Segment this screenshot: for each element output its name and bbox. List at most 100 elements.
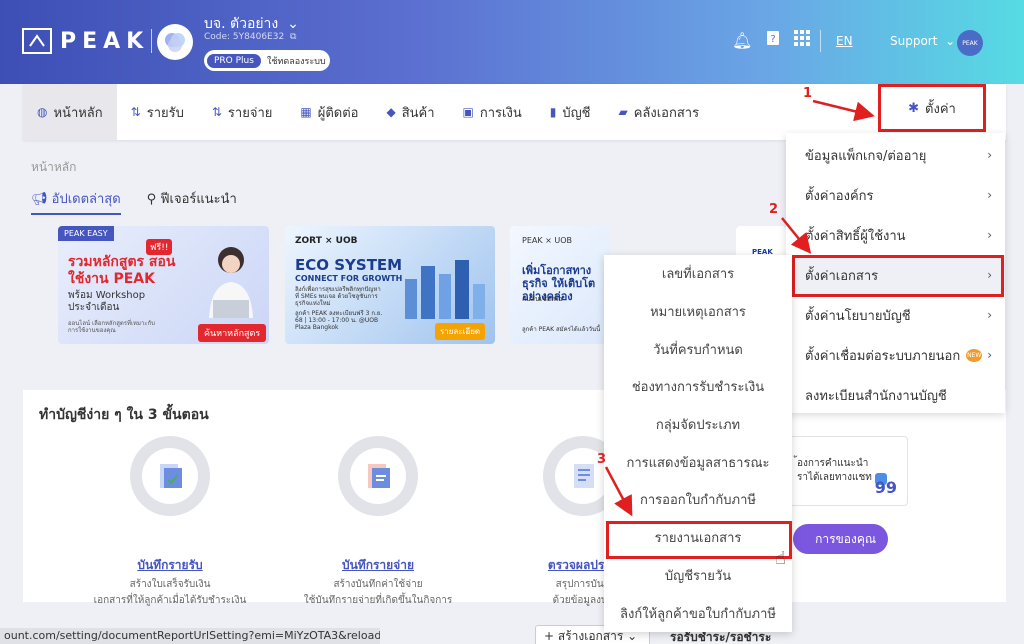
menu-register-accounting-office[interactable]: ลงทะเบียนสำนักงานบัญชี	[786, 375, 1005, 415]
chevron-right-icon: ›	[987, 308, 992, 322]
nav-documents[interactable]: ▰ คลังเอกสาร	[604, 84, 713, 140]
menu-organization-settings[interactable]: ตั้งค่าองค์กร ›	[786, 175, 1005, 215]
logo-text: PEAK	[60, 28, 150, 54]
banner-brand: PEAK × UOB	[522, 236, 573, 245]
submenu-daily-journal[interactable]: บัญชีรายวัน	[604, 557, 792, 594]
step-title[interactable]: บันทึกรายจ่าย	[288, 556, 468, 575]
banner-title: รวมหลักสูตร สอนใช้งาน PEAK	[68, 254, 176, 287]
menu-user-permissions[interactable]: ตั้งค่าสิทธิ์ผู้ใช้งาน ›	[786, 215, 1005, 255]
sort-expense-icon: ⇅	[211, 105, 222, 119]
chevron-down-icon: ⌄	[941, 34, 956, 48]
chat-recommendation-box[interactable]: ้องการคำแนะนำ ราได้เลยทางแชท 99	[788, 436, 908, 506]
banner-brand: ZORT × UOB	[295, 236, 358, 246]
support-menu[interactable]: Support ⌄	[890, 34, 955, 48]
copy-icon[interactable]: ⧉	[287, 32, 296, 42]
nav-accounting[interactable]: ▮ บัญชี	[536, 84, 605, 140]
peak-logo[interactable]: PEAK	[22, 28, 153, 54]
tab-label: อัปเดตล่าสุด	[51, 192, 121, 207]
company-code-text: Code: 5Y8406E32	[204, 32, 285, 42]
tab-label: ฟีเจอร์แนะนำ	[160, 192, 237, 207]
nav-products[interactable]: ◆ สินค้า	[372, 84, 448, 140]
menu-external-integration[interactable]: ตั้งค่าเชื่อมต่อระบบภายนอก NEW ›	[786, 335, 1005, 375]
box-icon: ◆	[386, 105, 396, 119]
step-title[interactable]: บันทึกรายรับ	[80, 556, 260, 575]
svg-text:?: ?	[771, 34, 776, 45]
company-code: Code: 5Y8406E32 ⧉	[204, 32, 296, 42]
new-badge: NEW	[966, 348, 983, 362]
user-avatar[interactable]: PEAK	[957, 30, 983, 56]
nav-label: การเงิน	[479, 105, 522, 121]
banner-find-course-button[interactable]: ค้นหาหลักสูตร	[198, 324, 267, 342]
header-icons: 🔔︎ ?	[732, 30, 824, 50]
banner-subtitle: CONNECT FOR GROWTH	[295, 274, 403, 283]
hand-cursor-icon: ☝︎	[775, 548, 786, 569]
tab-latest-updates[interactable]: 📢︎ อัปเดตล่าสุด	[31, 188, 121, 215]
nav-home[interactable]: ◍ หน้าหลัก	[23, 84, 117, 140]
city-illustration	[405, 260, 485, 319]
content-tabs: 📢︎ อัปเดตล่าสุด ⚲ ฟีเจอร์แนะนำ	[31, 188, 263, 215]
submenu-public-info[interactable]: การแสดงข้อมูลสาธารณะ	[604, 444, 792, 481]
nav-finance[interactable]: ▣ การเงิน	[449, 84, 536, 140]
banner-business-loan[interactable]: PEAK × UOB เพิ่มโอกาสทางธุรกิจ ให้เติบโต…	[510, 226, 610, 344]
language-switch[interactable]: EN	[836, 34, 853, 48]
banner-free-badge: ฟรี!!	[146, 239, 173, 255]
step-desc: สร้างบันทึกค่าใช้จ่าย	[333, 579, 423, 590]
chevron-right-icon: ›	[987, 348, 992, 362]
gear-icon: ✱	[908, 100, 920, 116]
card-title: ทำบัญชีง่าย ๆ ใน 3 ขั้นตอน	[39, 407, 209, 423]
bell-icon[interactable]: 🔔︎	[732, 31, 752, 50]
breadcrumb: หน้าหลัก	[31, 160, 77, 174]
annotation-highlight-document-report	[606, 521, 792, 559]
nav-settings[interactable]: ✱ ตั้งค่า	[878, 84, 986, 132]
main-nav: ◍ หน้าหลัก ⇅ รายรับ ⇅ รายจ่าย ▦ ผู้ติดต่อ ◆ ส…	[23, 84, 1006, 140]
submenu-due-date[interactable]: วันที่ครบกำหนด	[604, 331, 792, 368]
apps-grid-icon[interactable]	[794, 30, 811, 50]
submenu-document-number[interactable]: เลขที่เอกสาร	[604, 255, 792, 292]
banner-eco-system[interactable]: ZORT × UOB ECO SYSTEM CONNECT FOR GROWTH…	[285, 226, 495, 344]
help-icon[interactable]: ?	[766, 30, 780, 50]
step-desc: ใช้บันทึกรายจ่ายที่เกิดขึ้นในกิจการ	[303, 595, 453, 606]
submenu-document-remark[interactable]: หมายเหตุเอกสาร	[604, 293, 792, 330]
top-header: PEAK บจ. ตัวอย่าง ⌄ Code: 5Y8406E32 ⧉ PR…	[0, 0, 1024, 84]
banner-peak-easy[interactable]: PEAK EASY ฟรี!! รวมหลักสูตร สอนใช้งาน PE…	[58, 226, 269, 344]
submenu-tax-invoice-request-link[interactable]: ลิงก์ให้ลูกค้าขอใบกำกับภาษี	[604, 595, 792, 632]
tab-recommended-features[interactable]: ⚲ ฟีเจอร์แนะนำ	[147, 188, 237, 215]
banner-details-button[interactable]: รายละเอียด	[435, 323, 486, 340]
nav-expense[interactable]: ⇅ รายจ่าย	[198, 84, 287, 140]
submenu-tax-invoice[interactable]: การออกใบกำกับภาษี	[604, 481, 792, 518]
report-icon	[574, 464, 594, 488]
plan-badge: PRO Plus	[207, 53, 261, 68]
banner-subtitle: กับสินเชื่อเพื่อ	[522, 295, 563, 303]
support-label: Support	[890, 34, 938, 48]
logo-divider	[151, 29, 153, 53]
company-avatar[interactable]	[157, 24, 193, 60]
contact-book-icon: ▦	[300, 105, 312, 119]
your-needs-button[interactable]: การของคุณ	[793, 524, 888, 554]
plan-trial-text: ใช้ทดลองระบบ	[266, 56, 326, 67]
nav-income[interactable]: ⇅ รายรับ	[117, 84, 198, 140]
submenu-classification-groups[interactable]: กลุ่มจัดประเภท	[604, 406, 792, 443]
dashboard-icon: ◍	[37, 105, 48, 119]
plan-pill[interactable]: PRO Plus ใช้ทดลองระบบ	[204, 50, 330, 71]
annotation-highlight-document-settings	[792, 255, 1004, 297]
menu-label: ตั้งค่าสิทธิ์ผู้ใช้งาน	[805, 228, 906, 244]
banner-date: ลูกค้า PEAK ลงทะเบียนฟรี 3 ก.ย. 68 | 13:…	[295, 310, 383, 331]
banner-title: ECO SYSTEM	[295, 256, 403, 274]
menu-package-renew[interactable]: ข้อมูลแพ็กเกจ/ต่ออายุ ›	[786, 135, 1005, 175]
step-record-income[interactable]: บันทึกรายรับ สร้างใบเสร็จรับเงิน เอกสารท…	[80, 436, 260, 607]
nav-settings-label: ตั้งค่า	[925, 101, 956, 117]
nav-label: สินค้า	[401, 105, 435, 121]
banner-description: ลิงก์เพื่อการสุขเปลรีพลิกทุกปัญหา ที่ SM…	[295, 286, 381, 307]
chevron-down-icon: ⌄	[282, 16, 299, 32]
expense-doc-icon	[368, 464, 390, 488]
banner-footer: ลูกค้า PEAK สมัครได้แล้ววันนี้	[522, 326, 601, 333]
menu-label: ลงทะเบียนสำนักงานบัญชี	[805, 388, 947, 404]
step-record-expense[interactable]: บันทึกรายจ่าย สร้างบันทึกค่าใช้จ่าย ใช้บ…	[288, 436, 468, 607]
nav-contacts[interactable]: ▦ ผู้ติดต่อ	[286, 84, 372, 140]
annotation-number-3: 3	[597, 452, 607, 467]
browser-status-url: ount.com/setting/documentReportUrlSettin…	[0, 628, 380, 644]
menu-label: ข้อมูลแพ็กเกจ/ต่ออายุ	[805, 148, 927, 164]
step-desc: สร้างใบเสร็จรับเงิน	[129, 579, 211, 590]
menu-accounting-policy[interactable]: ตั้งค่านโยบายบัญชี ›	[786, 295, 1005, 335]
submenu-payment-channels[interactable]: ช่องทางการรับชำระเงิน	[604, 368, 792, 405]
